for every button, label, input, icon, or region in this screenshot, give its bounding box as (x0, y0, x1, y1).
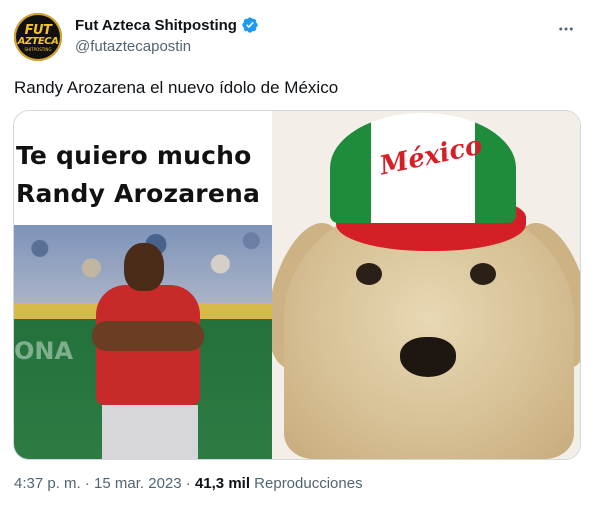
avatar-text-line2: AZTECA (17, 36, 59, 47)
author-handle[interactable]: @futaztecapostin (75, 38, 259, 55)
tweet-header: FUT AZTECA SHITPOSTING Fut Azteca Shitpo… (14, 12, 579, 62)
meme-caption-line1: Te quiero mucho (16, 141, 252, 170)
display-name-row: Fut Azteca Shitposting (75, 15, 259, 35)
dog-eye-right (470, 263, 496, 285)
player-head (124, 243, 164, 291)
meme-caption: Te quiero mucho Randy Arozarena (16, 137, 306, 213)
stadium-sign: ONA (14, 337, 74, 365)
tweet-date[interactable]: 15 mar. 2023 (94, 475, 182, 492)
display-name[interactable]: Fut Azteca Shitposting (75, 17, 237, 34)
player-pants (102, 405, 198, 459)
meta-separator: · (84, 475, 90, 492)
avatar-text-line3: SHITPOSTING (24, 47, 52, 52)
player-photo: ONA (14, 225, 272, 459)
tweet-text: Randy Arozarena el nuevo ídolo de México (14, 78, 339, 97)
tweet-metadata: 4:37 p. m. · 15 mar. 2023 · 41,3 mil Rep… (14, 475, 363, 492)
dog-eye-left (356, 263, 382, 285)
more-options-icon[interactable] (555, 18, 577, 40)
avatar[interactable]: FUT AZTECA SHITPOSTING (14, 13, 62, 61)
player-arms (92, 321, 204, 351)
meta-separator-2: · (185, 475, 191, 492)
views-count: 41,3 mil (194, 475, 250, 492)
views-label: Reproducciones (254, 475, 363, 492)
tweet-time[interactable]: 4:37 p. m. (14, 475, 81, 492)
verified-badge-icon[interactable] (241, 16, 259, 34)
meme-caption-line2: Randy Arozarena (16, 179, 261, 208)
tweet-media-image[interactable]: Te quiero mucho Randy Arozarena ONA Méxi… (13, 110, 581, 460)
puppy-photo: México (272, 111, 580, 459)
author-names: Fut Azteca Shitposting @futaztecapostin (75, 15, 259, 55)
dog-nose (400, 337, 456, 377)
